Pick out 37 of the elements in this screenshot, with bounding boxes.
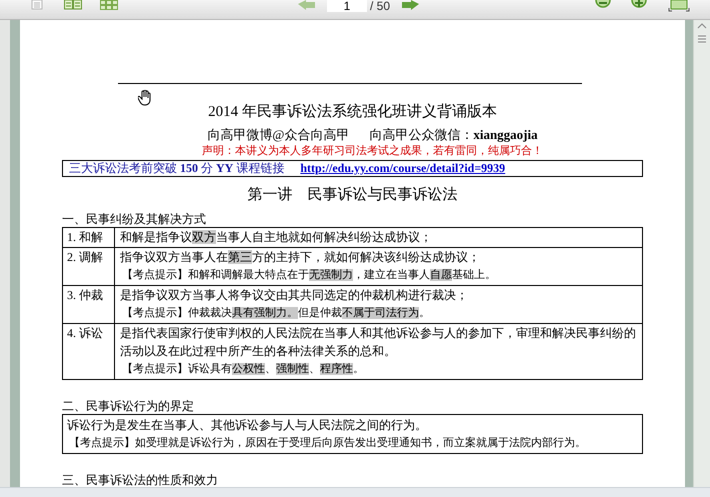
author-info: 向高甲微博@众合向高甲 [207, 126, 350, 144]
definition-text: 和解是指争议双方当事人自主地就如何解决纠纷达成协议； [120, 229, 433, 246]
fit-page-icon[interactable] [668, 0, 690, 12]
definition-text: 是指争议双方当事人将争议交由其共同选定的仲裁机构进行裁决； [120, 287, 469, 304]
notice-text: 声明：本讲义为本人多年研习司法考试之成果，若有雷同，纯属巧合！ [201, 144, 544, 158]
row-label: 4. 诉讼 [63, 324, 115, 379]
document-title: 2014 年民事诉讼法系统强化班讲义背诵版本 [207, 102, 498, 122]
exam-tip: 【考点提示】和解和调解最大特点在于无强制力，建立在当事人自愿基础上。 [121, 268, 497, 283]
hand-cursor-icon [138, 90, 152, 106]
next-page-icon[interactable] [401, 0, 419, 10]
section-heading: 一、民事纠纷及其解决方式 [62, 211, 207, 227]
grid-view-icon[interactable] [100, 0, 118, 10]
section-heading: 二、民事诉讼行为的界定 [62, 398, 195, 414]
page-total: / 50 [370, 0, 390, 12]
row-label: 2. 调解 [63, 248, 115, 285]
author-info: 向高甲公众微信：xianggaojia [369, 126, 538, 144]
course-link[interactable]: http://edu.yy.com/course/detail?id=9939 [300, 161, 506, 176]
scrollbar[interactable] [693, 20, 710, 487]
single-page-icon[interactable] [31, 0, 43, 10]
two-page-icon[interactable] [64, 0, 82, 10]
definition-text: 指争议双方当事人在第三方的主持下，就如何解决该纠纷达成协议； [120, 249, 481, 266]
row-label: 1. 和解 [63, 228, 115, 247]
zoom-out-icon[interactable] [595, 0, 611, 10]
page-number-field[interactable]: 1 [327, 0, 367, 12]
scroll-up-icon[interactable] [696, 22, 708, 30]
exam-tip: 【考点提示】诉讼具有公权性、强制性、程序性。 [121, 362, 365, 377]
lecture-heading: 第一讲 民事诉讼与民事诉讼法 [246, 186, 458, 205]
previous-page-icon[interactable] [298, 0, 316, 10]
scroll-grip-icon[interactable] [697, 34, 707, 44]
definition-text: 诉讼行为是发生在当事人、其他诉讼参与人与人民法院之间的行为。 [67, 417, 428, 434]
section-heading: 三、民事诉讼法的性质和效力 [62, 472, 219, 488]
exam-tip: 【考点提示】如受理就是诉讼行为，原因在于受理后向原告发出受理通知书，而立案就属于法院内部行为。 [68, 436, 587, 451]
row-label: 3. 仲裁 [63, 286, 115, 323]
course-promo-text: 三大诉讼法考前突破 150 分 YY 课程链接 [69, 161, 284, 176]
definition-text: 是指代表国家行使审判权的人民法院在当事人和其他诉讼参与人的参加下，审理和解决民事纠纷的活动以及在此过程中所产生的各种法律关系的总和。 [120, 325, 637, 360]
zoom-in-icon[interactable] [631, 0, 647, 10]
exam-tip: 【考点提示】仲裁裁决具有强制力。但是仲裁不属于司法行为。 [121, 306, 431, 321]
